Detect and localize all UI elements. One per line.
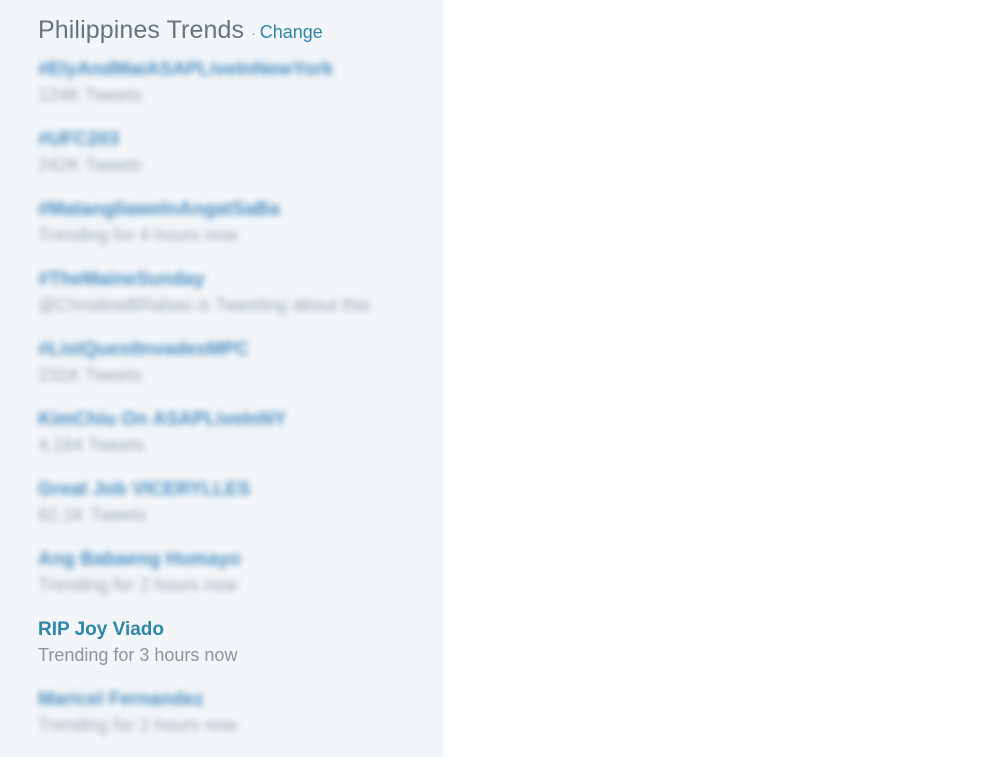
trend-name[interactable]: #ElyAndMaiASAPLiveInNewYork bbox=[38, 58, 443, 82]
trend-meta: 124K Tweets bbox=[38, 85, 142, 105]
trend-meta: 231K Tweets bbox=[38, 365, 142, 385]
trend-meta: Trending for 2 hours now bbox=[38, 715, 238, 735]
trend-meta: 4,164 Tweets bbox=[38, 435, 145, 455]
trends-separator: · bbox=[251, 25, 256, 41]
trend-item[interactable]: RIP Joy Viado Trending for 3 hours now bbox=[38, 618, 443, 688]
trend-name[interactable]: #ListQuestInvadesMPC bbox=[38, 338, 443, 362]
trend-name[interactable]: Maricel Fernandez bbox=[38, 688, 443, 712]
trend-name[interactable]: RIP Joy Viado bbox=[38, 618, 443, 642]
trends-panel: Philippines Trends · Change #ElyAndMaiAS… bbox=[0, 0, 443, 757]
trend-item[interactable]: #MatangliaweInAngatSaBa Trending for 4 h… bbox=[38, 198, 443, 268]
trend-item[interactable]: Great Job VICERYLLES 62.1K Tweets bbox=[38, 478, 443, 548]
trend-meta: Trending for 3 hours now bbox=[38, 645, 238, 665]
trend-name[interactable]: Great Job VICERYLLES bbox=[38, 478, 443, 502]
trend-meta: 62.1K Tweets bbox=[38, 505, 147, 525]
trend-item[interactable]: #ListQuestInvadesMPC 231K Tweets bbox=[38, 338, 443, 408]
change-location-link[interactable]: Change bbox=[260, 22, 323, 43]
trend-item[interactable]: Ang Babaeng Humayo Trending for 2 hours … bbox=[38, 548, 443, 618]
trend-name[interactable]: #MatangliaweInAngatSaBa bbox=[38, 198, 443, 222]
trend-item[interactable]: KimChiu On ASAPLiveInNY 4,164 Tweets bbox=[38, 408, 443, 478]
trend-meta: 242K Tweets bbox=[38, 155, 142, 175]
trend-item[interactable]: #UFC203 242K Tweets bbox=[38, 128, 443, 198]
content-area bbox=[443, 0, 1000, 757]
trend-meta: Trending for 2 hours now bbox=[38, 575, 238, 595]
trend-name[interactable]: KimChiu On ASAPLiveInNY bbox=[38, 408, 443, 432]
trend-meta: Trending for 4 hours now bbox=[38, 225, 238, 245]
trend-meta: @ChristineBRabao is Tweeting about this bbox=[38, 295, 371, 315]
trend-name[interactable]: Ang Babaeng Humayo bbox=[38, 548, 443, 572]
trend-item[interactable]: Maricel Fernandez Trending for 2 hours n… bbox=[38, 688, 443, 757]
trend-name[interactable]: #UFC203 bbox=[38, 128, 443, 152]
trend-item[interactable]: #TheMaineSunday @ChristineBRabao is Twee… bbox=[38, 268, 443, 338]
trends-title: Philippines Trends bbox=[38, 16, 245, 44]
trend-name[interactable]: #TheMaineSunday bbox=[38, 268, 443, 292]
trend-item[interactable]: #ElyAndMaiASAPLiveInNewYork 124K Tweets bbox=[38, 58, 443, 128]
trends-header: Philippines Trends · Change bbox=[38, 16, 443, 52]
page: Philippines Trends · Change #ElyAndMaiAS… bbox=[0, 0, 1000, 757]
